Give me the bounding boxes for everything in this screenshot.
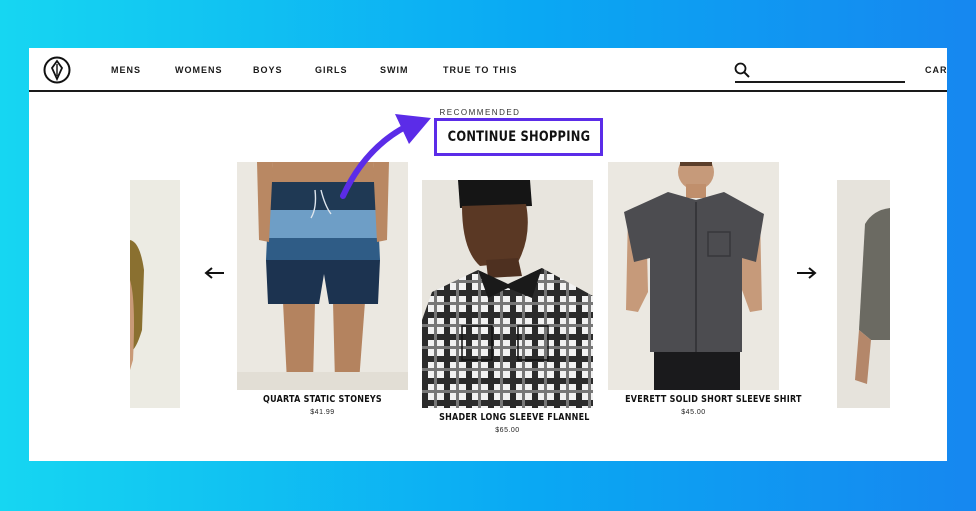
partial-product-image-right[interactable] (837, 180, 890, 408)
nav-item-womens[interactable]: WOMENS (175, 65, 223, 75)
top-navigation-bar: MENS WOMENS BOYS GIRLS SWIM TRUE TO THIS… (29, 48, 947, 92)
arrow-left-icon[interactable] (204, 266, 226, 280)
product-name-quarta-static-stoneys[interactable]: QUARTA STATIC STONEYS (254, 394, 391, 405)
nav-item-swim[interactable]: SWIM (380, 65, 409, 75)
nav-item-boys[interactable]: BOYS (253, 65, 283, 75)
search-icon[interactable] (734, 62, 750, 78)
nav-item-true-to-this[interactable]: TRUE TO THIS (443, 65, 517, 75)
product-price-quarta-static-stoneys: $41.99 (310, 409, 335, 416)
volcom-stone-logo-icon[interactable] (43, 56, 71, 84)
partial-product-image-left[interactable] (130, 180, 180, 408)
product-image-quarta-static-stoneys[interactable] (237, 162, 408, 390)
search-underline (735, 81, 905, 83)
product-name-shader-long-sleeve-flannel[interactable]: SHADER LONG SLEEVE FLANNEL (439, 412, 589, 423)
search-input[interactable] (755, 61, 903, 79)
arrow-right-icon[interactable] (795, 266, 817, 280)
cart-link[interactable]: CART (925, 65, 947, 75)
product-price-everett-solid-short-sleeve-shirt: $45.00 (681, 409, 706, 416)
product-image-shader-long-sleeve-flannel[interactable] (422, 180, 593, 408)
recommended-label: RECOMMENDED (439, 108, 521, 117)
product-image-everett-solid-short-sleeve-shirt[interactable] (608, 162, 779, 390)
continue-shopping-heading[interactable]: CONTINUE SHOPPING (447, 129, 590, 145)
continue-shopping-highlight-box[interactable]: CONTINUE SHOPPING (434, 118, 603, 156)
nav-item-girls[interactable]: GIRLS (315, 65, 348, 75)
product-name-everett-solid-short-sleeve-shirt[interactable]: EVERETT SOLID SHORT SLEEVE SHIRT (625, 394, 801, 405)
product-price-shader-long-sleeve-flannel: $65.00 (495, 427, 520, 434)
nav-item-mens[interactable]: MENS (111, 65, 141, 75)
web-page: MENS WOMENS BOYS GIRLS SWIM TRUE TO THIS… (29, 48, 947, 461)
